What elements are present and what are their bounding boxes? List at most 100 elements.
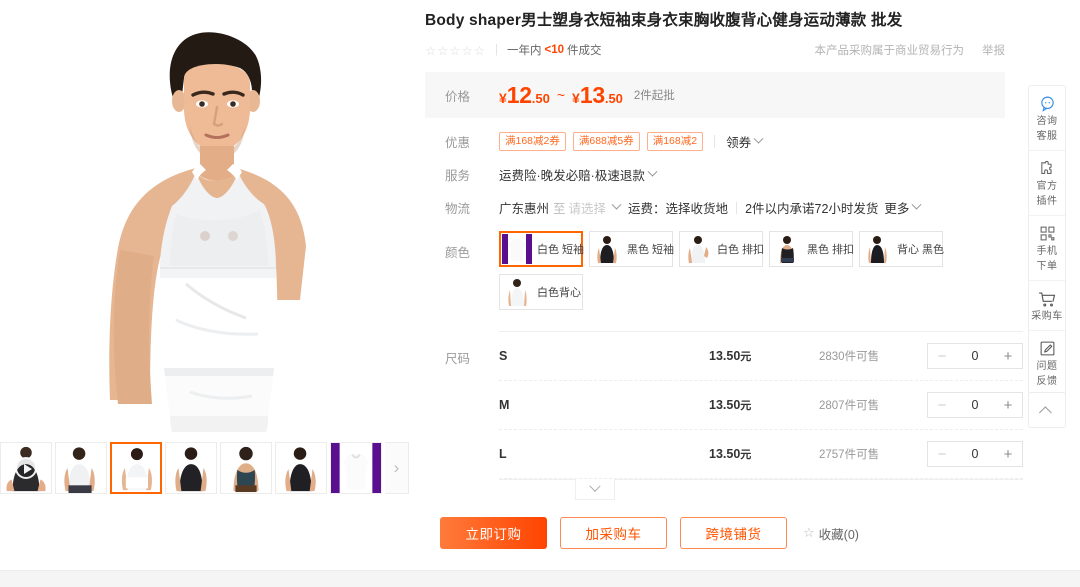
size-price-unit: 元 — [740, 400, 752, 413]
thumbnail-6[interactable] — [275, 442, 327, 494]
quantity-increase-button[interactable]: + — [994, 344, 1022, 368]
quantity-value[interactable]: 0 — [956, 398, 994, 412]
coupon-tag-2[interactable]: 满688减5券 — [572, 132, 640, 152]
promo-row: 优惠 满168减2券 满688减5券 满168减2 领券 — [425, 132, 1005, 152]
quantity-value[interactable]: 0 — [956, 349, 994, 363]
ship-to-placeholder: 请选择 — [568, 202, 607, 217]
coupon-tag-1[interactable]: 满168减2券 — [499, 132, 566, 152]
get-coupon-button[interactable]: 领券 — [726, 132, 764, 151]
rail-label-line1: 采购车 — [1031, 311, 1063, 322]
color-option-white-buttoned[interactable]: 白色 排扣 — [679, 231, 764, 268]
rating-stars[interactable]: ☆☆☆☆☆ — [425, 43, 486, 58]
rail-item-official-plugin[interactable]: 官方 插件 — [1029, 151, 1065, 216]
color-option-white-short-sleeve[interactable]: 白色 短袖 — [499, 231, 585, 268]
color-option-black-vest[interactable]: 背心 黑色 — [859, 231, 944, 268]
table-row: L 13.50元 2757件可售 − 0 + — [499, 430, 1023, 480]
ship-to-selector[interactable]: 请选择 — [568, 198, 622, 217]
service-dropdown[interactable]: 运费险·晚发必赔·极速退款 — [499, 165, 658, 184]
price-row: 价格 ¥ 12 .50 ~ ¥ 13 .50 2件起批 — [425, 72, 1005, 119]
back-to-top-button[interactable] — [1028, 392, 1066, 428]
color-option-black-buttoned[interactable]: 黑色 排扣 — [769, 231, 854, 268]
rail-label-line1: 咨询 — [1036, 116, 1058, 127]
quantity-decrease-button[interactable]: − — [928, 344, 956, 368]
color-option-label: 白色 短袖 — [537, 244, 585, 257]
divider: | — [495, 44, 499, 57]
price-high-dec: .50 — [604, 90, 623, 106]
currency-symbol: ¥ — [499, 89, 507, 106]
size-price-value: 13.50 — [709, 349, 741, 364]
rating-and-deals-row: ☆☆☆☆☆ | 一年内 <10 件成交 本产品采购属于商业贸易行为 举报 — [425, 40, 1005, 60]
favorite-button[interactable]: ☆ 收藏(0) — [803, 524, 859, 543]
business-notice: 本产品采购属于商业贸易行为 — [814, 45, 965, 58]
rail-item-mobile-order[interactable]: 手机 下单 — [1029, 216, 1065, 281]
color-option-black-short-sleeve[interactable]: 黑色 短袖 — [589, 231, 674, 268]
size-name: L — [499, 447, 507, 462]
quantity-stepper[interactable]: − 0 + — [927, 441, 1023, 468]
price-low-int: 12 — [506, 81, 532, 108]
rail-label-line1: 官方 — [1036, 181, 1058, 192]
size-price-unit: 元 — [740, 351, 752, 364]
qrcode-icon — [1029, 224, 1065, 243]
shipping-promise: 2件以内承诺72小时发货 — [745, 202, 879, 217]
puzzle-plugin-icon — [1029, 159, 1065, 178]
size-price-unit: 元 — [740, 449, 752, 462]
quantity-stepper[interactable]: − 0 + — [927, 343, 1023, 370]
chevron-up-icon — [1038, 405, 1052, 419]
price-high-int: 13 — [579, 81, 605, 108]
quantity-decrease-button[interactable]: − — [928, 442, 956, 466]
star-outline-icon: ☆ — [803, 525, 815, 540]
business-notice-group: 本产品采购属于商业贸易行为 举报 — [815, 42, 1006, 58]
thumbnail-video[interactable] — [0, 442, 52, 494]
action-buttons: 立即订购 加采购车 跨境铺货 ☆ 收藏(0) — [440, 517, 859, 549]
feedback-pencil-icon — [1029, 339, 1065, 358]
quantity-stepper[interactable]: − 0 + — [927, 392, 1023, 419]
expand-sizes-button[interactable] — [575, 479, 615, 501]
add-to-cart-button[interactable]: 加采购车 — [560, 517, 667, 549]
price-range-separator: ~ — [556, 87, 566, 104]
logistics-row: 物流 广东惠州 至 请选择 运费：选择收货地 2件以内承诺72小时发货 更多 — [425, 198, 1005, 217]
rail-label-line1: 手机 — [1036, 246, 1058, 257]
cross-border-button[interactable]: 跨境铺货 — [680, 517, 787, 549]
floating-side-rail: 咨询 客服 官方 插件 手机 下单 采购车 问题 反馈 — [1028, 85, 1066, 396]
page-title: Body shaper男士塑身衣短袖束身衣束胸收腹背心健身运动薄款 批发 — [425, 12, 903, 29]
quantity-increase-button[interactable]: + — [994, 393, 1022, 417]
price-high: ¥ 13 .50 — [572, 82, 623, 109]
thumbnail-7[interactable] — [330, 442, 382, 494]
rail-item-feedback[interactable]: 问题 反馈 — [1029, 331, 1065, 395]
table-row: S 13.50元 2830件可售 − 0 + — [499, 332, 1023, 382]
shopping-cart-icon — [1029, 289, 1065, 308]
thumbnail-3-selected[interactable] — [110, 442, 162, 494]
table-row: M 13.50元 2807件可售 − 0 + — [499, 381, 1023, 431]
thumbnail-5[interactable] — [220, 442, 272, 494]
size-name: M — [499, 398, 510, 413]
quantity-increase-button[interactable]: + — [994, 442, 1022, 466]
quantity-value[interactable]: 0 — [956, 447, 994, 461]
thumbnail-2[interactable] — [55, 442, 107, 494]
swatch-thumb — [772, 234, 802, 265]
size-expand-area — [499, 479, 1023, 501]
color-option-white-vest[interactable]: 白色背心 — [499, 274, 583, 311]
thumbnail-image — [166, 443, 216, 493]
swatch-thumb — [502, 234, 532, 265]
deal-period-label: 一年内 — [507, 45, 542, 58]
coupon-tag-3[interactable]: 满168减2 — [646, 132, 704, 152]
logistics-more-button[interactable]: 更多 — [884, 198, 922, 217]
swatch-thumb — [682, 234, 712, 265]
rail-label-line2: 反馈 — [1036, 376, 1058, 387]
swatch-thumb — [592, 234, 622, 265]
buy-now-button[interactable]: 立即订购 — [440, 517, 547, 549]
color-swatch-list: 白色 短袖 黑色 短袖 白色 排扣 黑色 排扣 背心 黑色 白色背心 — [499, 231, 999, 317]
thumbnail-next-button[interactable]: › — [385, 442, 409, 494]
main-product-image[interactable] — [0, 0, 418, 432]
more-label: 更多 — [884, 202, 910, 217]
get-coupon-label: 领券 — [726, 136, 752, 151]
quantity-decrease-button[interactable]: − — [928, 393, 956, 417]
color-option-label: 白色背心 — [537, 287, 581, 300]
product-gallery: › — [0, 0, 418, 500]
thumbnail-strip[interactable]: › — [0, 440, 418, 496]
thumbnail-4[interactable] — [165, 442, 217, 494]
size-table: S 13.50元 2830件可售 − 0 + M 13.50元 2807件可售 … — [499, 331, 1023, 501]
report-link[interactable]: 举报 — [982, 42, 1005, 58]
rail-item-customer-service[interactable]: 咨询 客服 — [1029, 86, 1065, 151]
rail-item-cart[interactable]: 采购车 — [1029, 281, 1065, 331]
